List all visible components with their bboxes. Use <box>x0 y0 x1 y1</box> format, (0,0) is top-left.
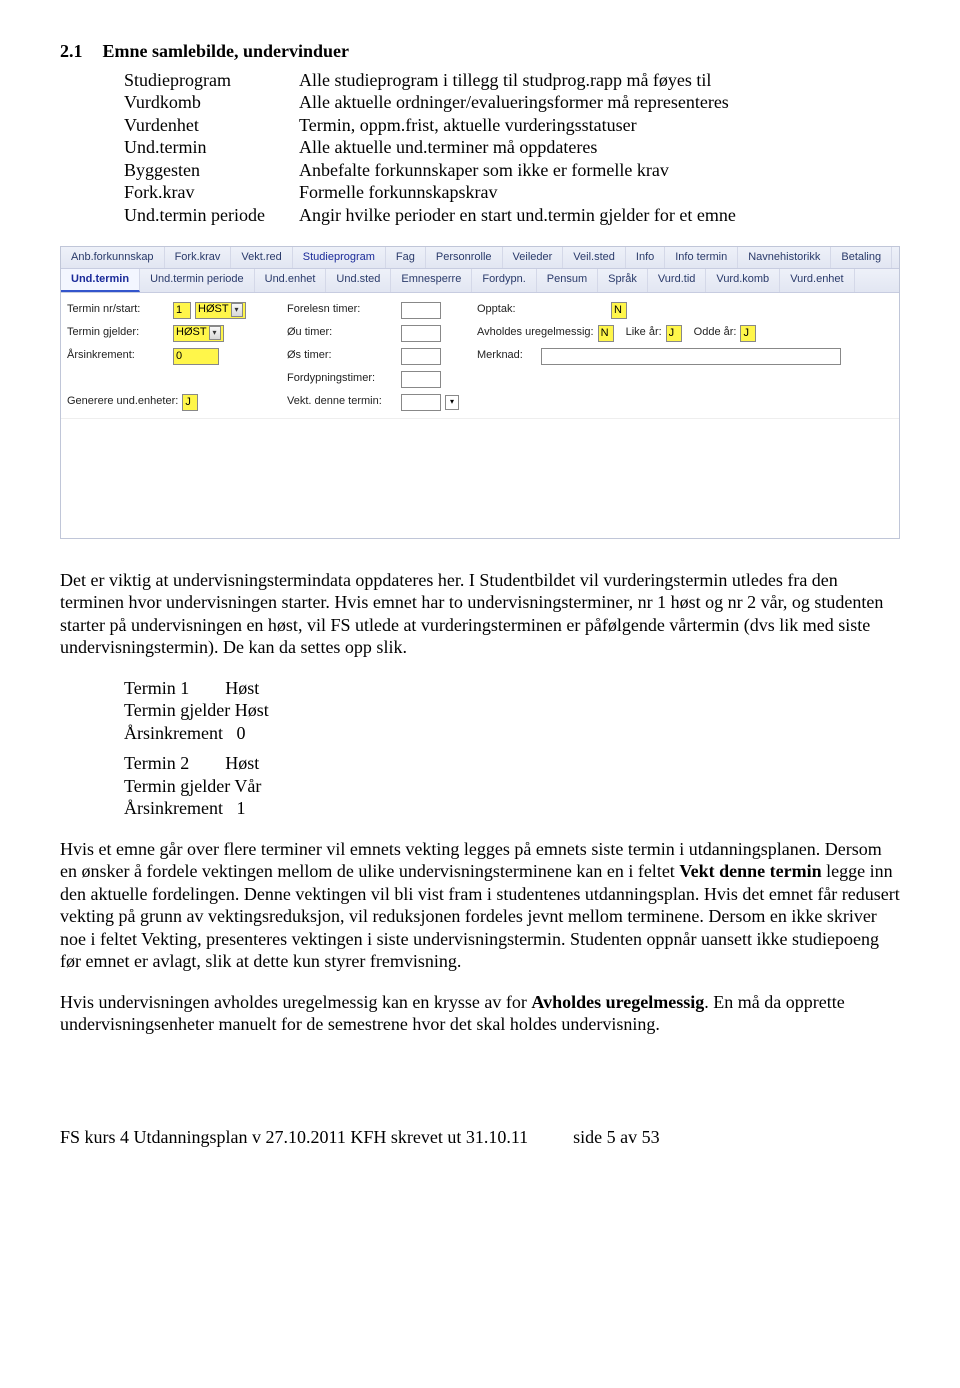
text: Hvis undervisningen avholdes uregelmessi… <box>60 992 531 1012</box>
def-term: Vurdkomb <box>124 91 299 114</box>
def-desc: Termin, oppm.frist, aktuelle vurderingss… <box>299 114 900 137</box>
label-termin-gjelder: Termin gjelder: <box>67 326 169 340</box>
def-desc: Formelle forkunnskapskrav <box>299 181 900 204</box>
line: Termin gjelder Høst <box>124 699 900 722</box>
section-title: Emne samlebilde, undervinduer <box>103 41 350 61</box>
input-ou[interactable] <box>401 325 441 342</box>
def-term: Studieprogram <box>124 69 299 92</box>
def-desc: Alle studieprogram i tillegg til studpro… <box>299 69 900 92</box>
label-arsinkrement: Årsinkrement: <box>67 349 169 363</box>
label-avholdes: Avholdes uregelmessig: <box>477 326 594 340</box>
paragraph: Det er viktig at undervisningstermindata… <box>60 569 900 659</box>
input-forelesn[interactable] <box>401 302 441 319</box>
section-heading: 2.1 Emne samlebilde, undervinduer <box>60 40 900 63</box>
section-number: 2.1 <box>60 41 83 61</box>
line: Årsinkrement 1 <box>124 797 900 820</box>
line: Termin gjelder Vår <box>124 775 900 798</box>
tab-und-enhet[interactable]: Und.enhet <box>255 269 327 292</box>
label-merknad: Merknad: <box>477 349 537 363</box>
tab-pensum[interactable]: Pensum <box>537 269 598 292</box>
label-os: Øs timer: <box>287 349 397 363</box>
select-termin-start[interactable]: HØST▾ <box>195 302 246 319</box>
input-opptak[interactable] <box>611 302 627 319</box>
paragraph: Hvis et emne går over flere terminer vil… <box>60 838 900 973</box>
tab-und-termin-periode[interactable]: Und.termin periode <box>140 269 255 292</box>
chevron-down-icon[interactable]: ▾ <box>445 395 459 410</box>
def-desc: Alle aktuelle ordninger/evalueringsforme… <box>299 91 900 114</box>
tab-vekt-red[interactable]: Vekt.red <box>231 247 292 268</box>
bold-text: Vekt denne termin <box>679 861 826 881</box>
label-forelesn: Forelesn timer: <box>287 303 397 317</box>
label-termin-nr-start: Termin nr/start: <box>67 303 169 317</box>
form-area: Termin nr/start: HØST▾ Termin gjelder: H… <box>61 293 899 418</box>
def-term: Vurdenhet <box>124 114 299 137</box>
label-opptak: Opptak: <box>477 303 607 317</box>
label-fordyp: Fordypningstimer: <box>287 372 397 386</box>
tab-veileder[interactable]: Veileder <box>503 247 564 268</box>
page-footer: FS kurs 4 Utdanningsplan v 27.10.2011 KF… <box>60 1126 900 1149</box>
tab-und-termin[interactable]: Und.termin <box>61 269 140 292</box>
def-term: Und.termin <box>124 136 299 159</box>
chevron-down-icon: ▾ <box>231 303 243 317</box>
line: Termin 2 Høst <box>124 752 900 775</box>
termin-block-b: Termin 2 Høst Termin gjelder Vår Årsinkr… <box>124 752 900 820</box>
chevron-down-icon: ▾ <box>209 326 221 340</box>
line: Termin 1 Høst <box>124 677 900 700</box>
definition-list: StudieprogramAlle studieprogram i tilleg… <box>124 69 900 227</box>
tab-spr-k[interactable]: Språk <box>598 269 648 292</box>
tab-studieprogram[interactable]: Studieprogram <box>293 247 386 268</box>
input-like-ar[interactable] <box>666 325 682 342</box>
paragraph: Hvis undervisningen avholdes uregelmessi… <box>60 991 900 1036</box>
tab-row-2: Und.terminUnd.termin periodeUnd.enhetUnd… <box>61 269 899 293</box>
input-arsinkrement[interactable] <box>173 348 219 365</box>
def-term: Und.termin periode <box>124 204 299 227</box>
tab-info-termin[interactable]: Info termin <box>665 247 738 268</box>
tab-fordypn-[interactable]: Fordypn. <box>472 269 536 292</box>
tab-und-sted[interactable]: Und.sted <box>326 269 391 292</box>
input-vekt[interactable] <box>401 394 441 411</box>
label-like-ar: Like år: <box>626 326 662 340</box>
select-termin-gjelder[interactable]: HØST▾ <box>173 325 224 342</box>
line: Årsinkrement 0 <box>124 722 900 745</box>
input-avholdes[interactable] <box>598 325 614 342</box>
def-term: Fork.krav <box>124 181 299 204</box>
label-generere: Generere und.enheter: <box>67 395 178 409</box>
label-vekt: Vekt. denne termin: <box>287 395 397 409</box>
def-desc: Angir hvilke perioder en start und.termi… <box>299 204 900 227</box>
tab-anb-forkunnskap[interactable]: Anb.forkunnskap <box>61 247 165 268</box>
input-fordyp[interactable] <box>401 371 441 388</box>
tab-emnesperre[interactable]: Emnesperre <box>391 269 472 292</box>
tab-vurd-tid[interactable]: Vurd.tid <box>648 269 707 292</box>
tab-vurd-enhet[interactable]: Vurd.enhet <box>780 269 854 292</box>
def-desc: Anbefalte forkunnskaper som ikke er form… <box>299 159 900 182</box>
input-termin-nr[interactable] <box>173 302 191 319</box>
tab-row-1: Anb.forkunnskapFork.kravVekt.redStudiepr… <box>61 247 899 269</box>
tab-betaling[interactable]: Betaling <box>831 247 892 268</box>
tab-fag[interactable]: Fag <box>386 247 426 268</box>
def-term: Byggesten <box>124 159 299 182</box>
input-generere[interactable] <box>182 394 198 411</box>
tab-fork-krav[interactable]: Fork.krav <box>165 247 232 268</box>
tab-personrolle[interactable]: Personrolle <box>426 247 503 268</box>
def-desc: Alle aktuelle und.terminer må oppdateres <box>299 136 900 159</box>
tab-vurd-komb[interactable]: Vurd.komb <box>706 269 780 292</box>
input-os[interactable] <box>401 348 441 365</box>
input-odde-ar[interactable] <box>740 325 756 342</box>
blank-area <box>61 418 899 538</box>
label-odde-ar: Odde år: <box>694 326 737 340</box>
app-panel: Anb.forkunnskapFork.kravVekt.redStudiepr… <box>60 246 900 539</box>
input-merknad[interactable] <box>541 348 841 365</box>
tab-veil-sted[interactable]: Veil.sted <box>563 247 626 268</box>
bold-text: Avholdes uregelmessig <box>531 992 704 1012</box>
termin-block-a: Termin 1 Høst Termin gjelder Høst Årsink… <box>124 677 900 745</box>
tab-navnehistorikk[interactable]: Navnehistorikk <box>738 247 831 268</box>
tab-info[interactable]: Info <box>626 247 665 268</box>
label-ou: Øu timer: <box>287 326 397 340</box>
